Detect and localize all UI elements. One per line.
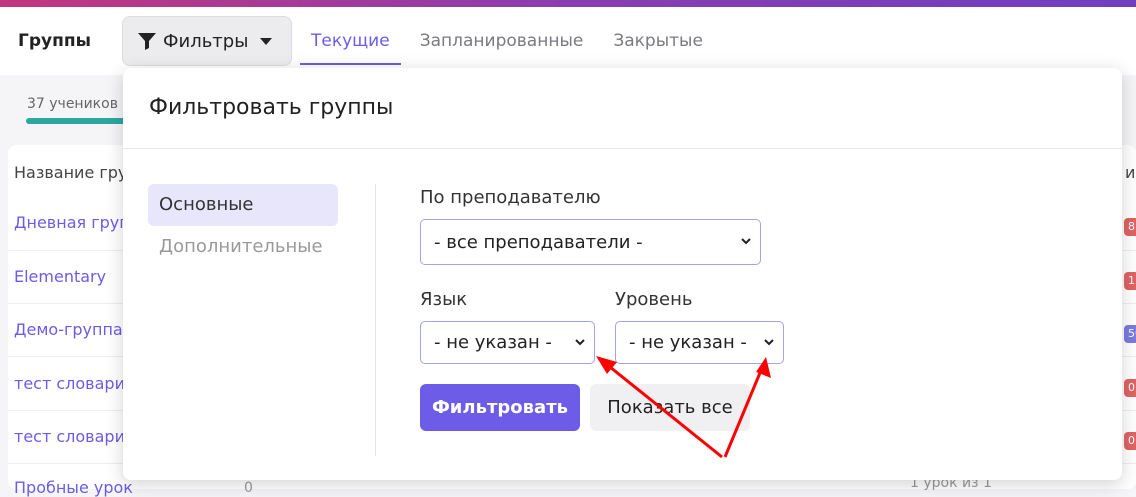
students-count: 37 учеников [27, 96, 118, 112]
tab-planned[interactable]: Запланированные [409, 7, 595, 65]
column-header-name: Название груп [14, 163, 138, 182]
level-select-value: - не указан - [629, 332, 747, 353]
chevron-down-icon [741, 238, 751, 245]
filter-groups-modal: Фильтровать группы Основные Дополнительн… [123, 68, 1122, 480]
top-gradient-bar [0, 0, 1136, 7]
tab-closed[interactable]: Закрытые [602, 7, 714, 65]
students-progress-bar [26, 118, 126, 124]
filters-label: Фильтры [163, 30, 249, 52]
teacher-select-value: - все преподаватели - [434, 231, 643, 253]
table-row-link[interactable]: Elementary [14, 267, 106, 286]
nav-divider [375, 184, 376, 456]
chevron-down-icon [764, 339, 774, 346]
count-badge: 0 [1124, 379, 1136, 397]
tab-bar: Текущие Запланированные Закрытые [300, 7, 722, 65]
chevron-down-icon [575, 339, 585, 346]
modal-title: Фильтровать группы [149, 95, 394, 120]
teacher-label: По преподавателю [420, 187, 601, 208]
level-label: Уровень [615, 289, 693, 310]
table-row-link[interactable]: Пробные урок [14, 478, 133, 497]
count-badge: 50 [1124, 325, 1136, 343]
table-row-link[interactable]: тест словари ( [14, 374, 136, 393]
column-header-right: ив [1125, 163, 1136, 182]
funnel-icon [138, 33, 156, 50]
show-all-button[interactable]: Показать все [590, 384, 750, 431]
language-select-value: - не указан - [434, 332, 552, 353]
table-row-link[interactable]: тест словари ( [14, 427, 136, 446]
count-badge: 8 [1124, 218, 1136, 236]
modal-header: Фильтровать группы [123, 68, 1122, 149]
row-count-value: 0 [244, 480, 253, 496]
table-row-link[interactable]: Демо-группа [14, 320, 123, 339]
table-row-link[interactable]: Дневная груп [14, 213, 130, 232]
language-select[interactable]: - не указан - [420, 321, 595, 364]
caret-down-icon [260, 37, 273, 45]
tab-current[interactable]: Текущие [300, 7, 401, 65]
nav-item-additional[interactable]: Дополнительные [148, 226, 338, 268]
filter-button[interactable]: Фильтровать [420, 384, 580, 431]
filter-section-nav: Основные Дополнительные [148, 184, 338, 268]
language-label: Язык [420, 289, 468, 310]
count-badge: 0 [1124, 432, 1136, 450]
page-title: Группы [18, 31, 91, 51]
filters-dropdown-button[interactable]: Фильтры [122, 16, 292, 66]
level-select[interactable]: - не указан - [615, 321, 784, 364]
teacher-select[interactable]: - все преподаватели - [420, 219, 761, 265]
count-badge: 13 [1124, 272, 1136, 290]
nav-item-basic[interactable]: Основные [148, 184, 338, 226]
